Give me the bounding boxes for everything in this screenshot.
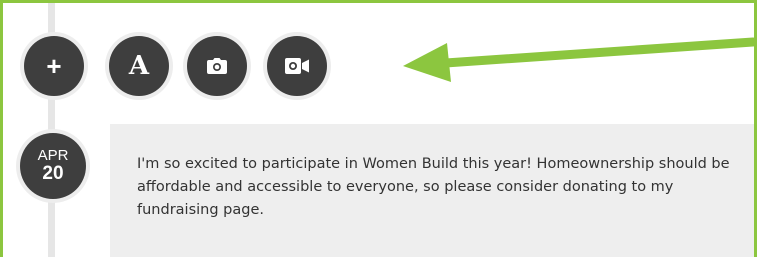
text-format-icon: A — [128, 51, 150, 81]
camera-icon — [207, 58, 227, 74]
post-text: I'm so excited to participate in Women B… — [137, 156, 730, 218]
plus-icon: + — [46, 51, 62, 81]
date-badge: APR 20 — [20, 133, 86, 199]
add-button[interactable]: + — [24, 36, 84, 96]
timeline-panel: + A APR 20 I'm so excited to participate… — [0, 0, 757, 257]
video-camera-icon — [285, 58, 309, 74]
date-day: 20 — [42, 163, 64, 184]
add-video-button[interactable] — [267, 36, 327, 96]
date-month: APR — [37, 147, 69, 164]
arrow-left-icon — [403, 37, 754, 82]
post-card: I'm so excited to participate in Women B… — [110, 124, 754, 257]
add-text-button[interactable]: A — [109, 36, 169, 96]
add-photo-button[interactable] — [187, 36, 247, 96]
